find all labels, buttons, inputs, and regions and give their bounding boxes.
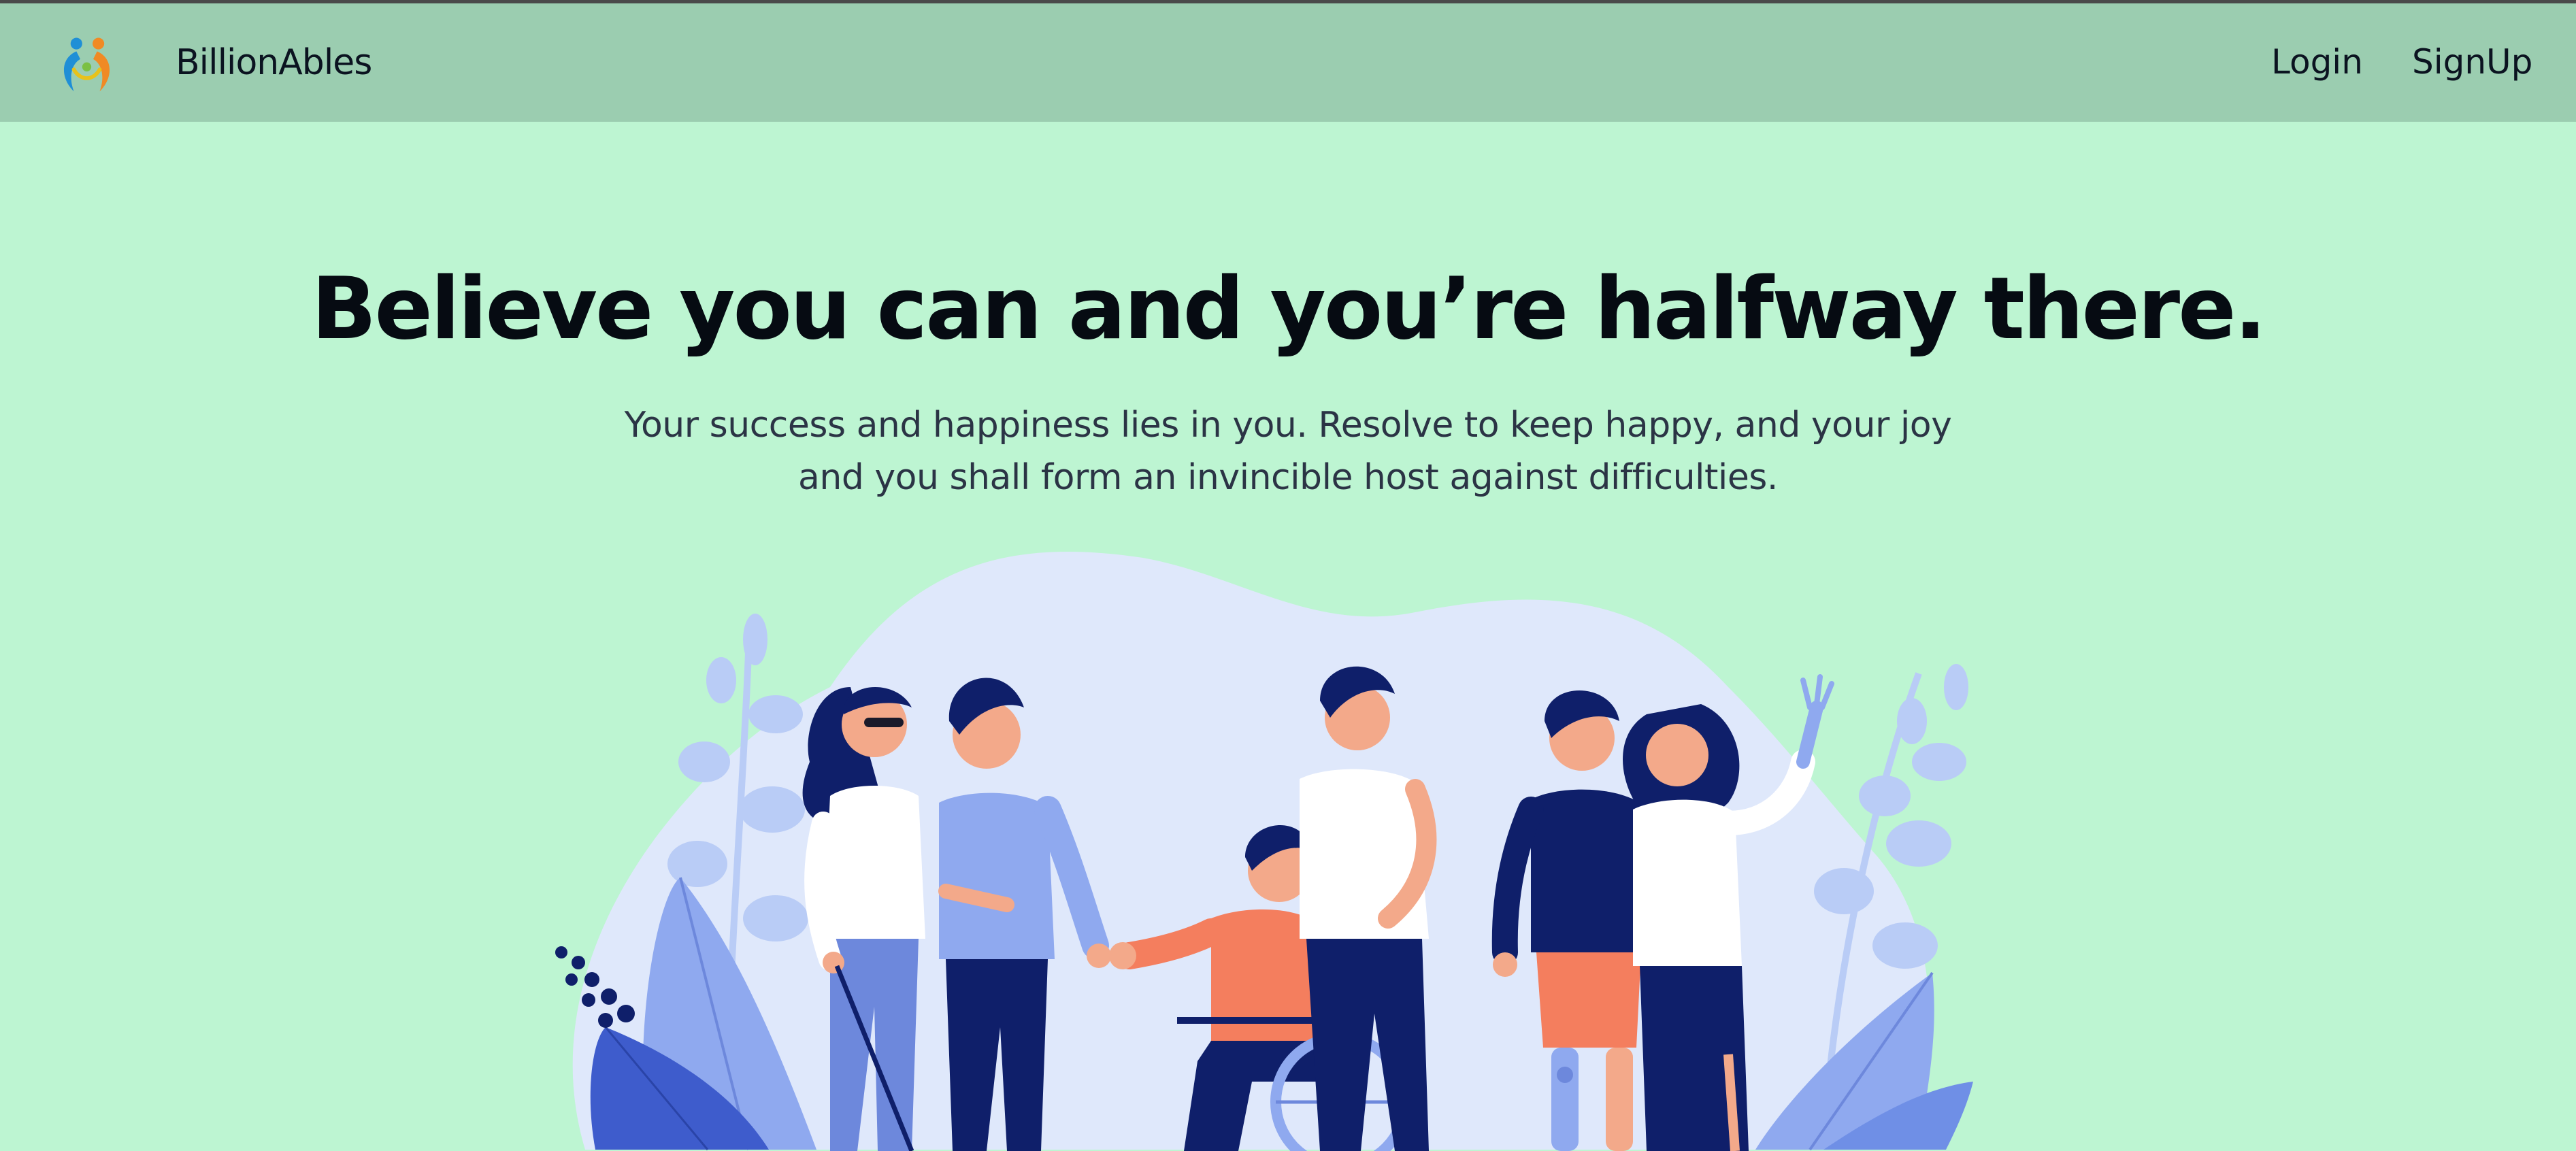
hero-headline: Believe you can and you’re halfway there…	[311, 258, 2267, 358]
brand-name[interactable]: BillionAbles	[176, 42, 372, 83]
navbar: BillionAbles Login SignUp	[0, 3, 2576, 122]
billionables-logo-icon[interactable]	[54, 32, 119, 97]
diverse-people-illustration	[555, 551, 1973, 1151]
signup-link[interactable]: SignUp	[2412, 42, 2532, 82]
login-link[interactable]: Login	[2271, 42, 2363, 82]
hero-subtext-line-1: Your success and happiness lies in you. …	[624, 405, 1952, 446]
hero-subtext: Your success and happiness lies in you. …	[608, 399, 1968, 504]
hero-subtext-line-2: and you shall form an invincible host ag…	[798, 457, 1778, 498]
